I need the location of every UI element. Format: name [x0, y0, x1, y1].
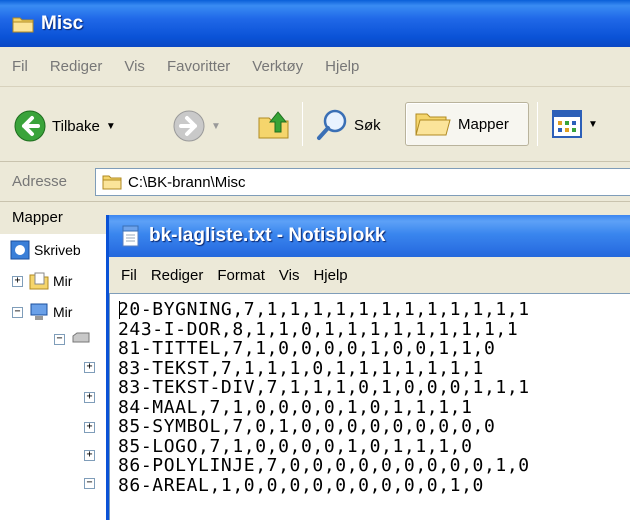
- folder-up-icon: [258, 111, 289, 139]
- np-menu-format[interactable]: Format: [217, 267, 265, 284]
- tree-item-subfolder[interactable]: +: [84, 362, 101, 373]
- forward-button[interactable]: ▼: [173, 110, 221, 142]
- tree-item-subfolder[interactable]: −: [84, 478, 101, 489]
- explorer-titlebar[interactable]: Misc: [0, 0, 630, 47]
- search-button[interactable]: Søk: [316, 108, 381, 142]
- text-line: 85-SYMBOL,7,0,1,0,0,0,0,0,0,0,0,0: [118, 416, 496, 437]
- drive-icon: [72, 332, 90, 343]
- text-line: 85-LOGO,7,1,0,0,0,0,1,0,1,1,1,0: [118, 435, 473, 457]
- tree-item-subfolder[interactable]: +: [84, 422, 101, 433]
- text-line: 243-I-DOR,8,1,1,0,1,1,1,1,1,1,1,1,1: [118, 318, 519, 340]
- views-dropdown-icon[interactable]: ▼: [588, 119, 598, 130]
- menu-edit[interactable]: Rediger: [50, 58, 103, 75]
- address-value: C:\BK-brann\Misc: [128, 173, 246, 191]
- notepad-menubar: Fil Rediger Format Vis Hjelp: [109, 257, 630, 293]
- tree-item-drive[interactable]: −: [54, 332, 91, 346]
- explorer-title: Misc: [41, 12, 84, 34]
- tree-item-label: Skriveb: [34, 242, 81, 258]
- views-button[interactable]: ▼: [552, 110, 598, 138]
- forward-arrow-icon: [173, 110, 205, 142]
- explorer-toolbar: Tilbake ▼ ▼ Søk Mapper ▼: [0, 88, 630, 162]
- np-menu-file[interactable]: Fil: [121, 267, 137, 284]
- tree-item-label: Mir: [53, 273, 73, 289]
- folders-icon: [415, 113, 451, 136]
- collapse-icon[interactable]: −: [54, 333, 65, 345]
- notepad-titlebar[interactable]: bk-lagliste.txt - Notisblokk: [109, 215, 630, 257]
- text-line: 83-TEKST,7,1,1,1,0,1,1,1,1,1,1,1: [118, 357, 484, 379]
- explorer-menubar: Fil Rediger Vis Favoritter Verktøy Hjelp: [0, 47, 630, 87]
- tree-item-desktop[interactable]: Skriveb: [10, 240, 81, 260]
- tree-item-computer[interactable]: − Mir: [12, 302, 72, 322]
- tree-item-label: Mir: [53, 304, 73, 320]
- text-line: 86-AREAL,1,0,0,0,0,0,0,0,0,0,1,0: [118, 474, 484, 496]
- collapse-icon[interactable]: −: [84, 478, 95, 489]
- folder-icon: [12, 17, 34, 32]
- expand-icon[interactable]: +: [84, 422, 95, 433]
- np-menu-help[interactable]: Hjelp: [313, 267, 347, 284]
- tree-item-subfolder[interactable]: +: [84, 392, 101, 403]
- back-button[interactable]: Tilbake ▼: [14, 110, 116, 142]
- computer-icon: [30, 303, 48, 320]
- folders-pane-title: Mapper: [12, 209, 63, 226]
- documents-folder-icon: [29, 272, 49, 290]
- forward-dropdown-icon[interactable]: ▼: [211, 121, 221, 132]
- text-line: 81-TITTEL,7,1,0,0,0,0,1,0,0,1,1,0: [118, 338, 496, 359]
- address-bar: Adresse C:\BK-brann\Misc: [0, 162, 630, 202]
- folders-label: Mapper: [458, 115, 509, 133]
- menu-help[interactable]: Hjelp: [325, 58, 359, 75]
- expand-icon[interactable]: +: [12, 275, 23, 287]
- text-line: 83-TEKST-DIV,7,1,1,1,0,1,0,0,0,1,1,1: [118, 377, 530, 398]
- notepad-title: bk-lagliste.txt - Notisblokk: [149, 225, 386, 246]
- expand-icon[interactable]: +: [84, 450, 95, 461]
- text-caret: [119, 301, 120, 319]
- notepad-icon: [122, 225, 139, 247]
- expand-icon[interactable]: +: [84, 392, 95, 403]
- back-label: Tilbake: [52, 117, 100, 135]
- folders-button[interactable]: Mapper: [405, 102, 529, 146]
- toolbar-separator: [537, 102, 538, 146]
- address-field[interactable]: C:\BK-brann\Misc: [95, 168, 630, 196]
- text-line: 84-MAAL,7,1,0,0,0,0,1,0,1,1,1,1: [118, 396, 473, 418]
- collapse-icon[interactable]: −: [12, 306, 23, 318]
- toolbar-separator: [302, 102, 303, 146]
- text-line: 86-POLYLINJE,7,0,0,0,0,0,0,0,0,0,1,0: [118, 455, 530, 476]
- np-menu-view[interactable]: Vis: [279, 267, 300, 284]
- search-icon: [317, 109, 347, 140]
- expand-icon[interactable]: +: [84, 362, 95, 373]
- tree-item-documents[interactable]: + Mir: [12, 271, 72, 291]
- search-label: Søk: [354, 116, 381, 134]
- up-button[interactable]: [256, 106, 292, 142]
- back-arrow-icon: [14, 110, 46, 142]
- menu-view[interactable]: Vis: [124, 58, 145, 75]
- menu-file[interactable]: Fil: [12, 58, 28, 75]
- notepad-window: bk-lagliste.txt - Notisblokk Fil Rediger…: [106, 215, 630, 520]
- text-line: 20-BYGNING,7,1,1,1,1,1,1,1,1,1,1,1,1: [118, 299, 530, 320]
- address-label: Adresse: [12, 173, 68, 190]
- desktop-icon: [10, 240, 30, 260]
- np-menu-edit[interactable]: Rediger: [151, 267, 204, 284]
- menu-tools[interactable]: Verktøy: [252, 58, 303, 75]
- tree-item-subfolder[interactable]: +: [84, 450, 101, 461]
- menu-favorites[interactable]: Favoritter: [167, 58, 230, 75]
- notepad-text-area[interactable]: 20-BYGNING,7,1,1,1,1,1,1,1,1,1,1,1,1 243…: [109, 293, 630, 520]
- views-icon: [552, 110, 582, 138]
- back-dropdown-icon[interactable]: ▼: [106, 121, 116, 132]
- folder-icon: [102, 175, 122, 190]
